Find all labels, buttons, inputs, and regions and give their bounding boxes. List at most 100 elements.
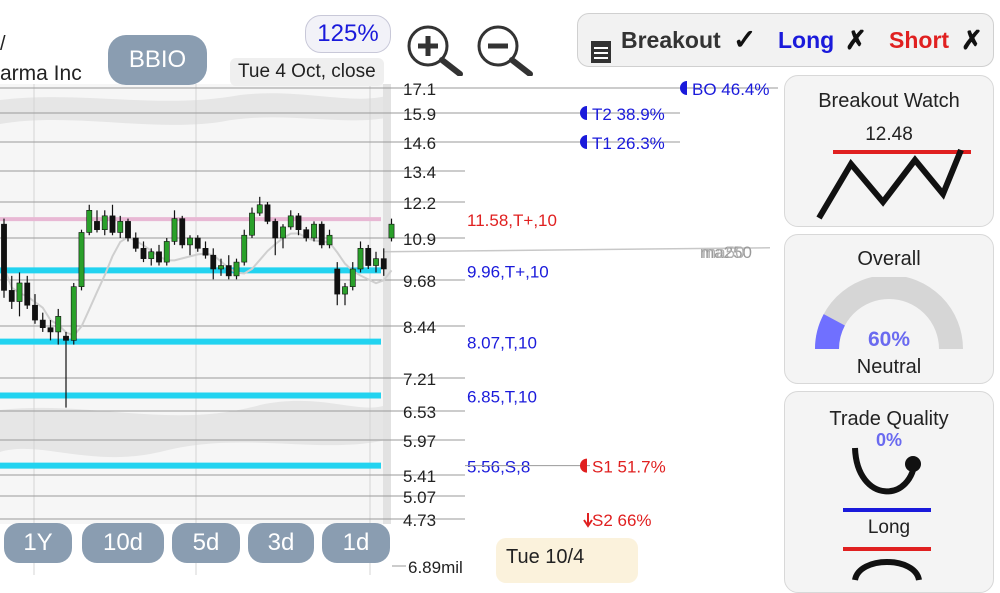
candle-body <box>280 226 286 239</box>
level-label: 9.96,T+,10 <box>467 262 549 281</box>
short-pattern-icon <box>843 547 931 582</box>
period-1y[interactable]: 1Y <box>4 523 72 563</box>
zoom-in-icon[interactable] <box>406 24 466 77</box>
candle-body <box>202 248 209 256</box>
cross-icon-short: ✗ <box>961 25 983 55</box>
candle-body <box>233 261 240 277</box>
breakout-watch-panel[interactable]: Breakout Watch 12.48 <box>784 75 994 227</box>
candle-body <box>357 248 364 270</box>
candle-body <box>272 221 279 239</box>
period-1d[interactable]: 1d <box>322 523 390 563</box>
candle-body <box>373 258 379 266</box>
target-marker-icon <box>580 135 587 149</box>
target-label: S1 51.7% <box>592 458 666 477</box>
y-tick-label: 5.41 <box>403 467 436 486</box>
breakout-signal: Breakout <box>621 27 721 53</box>
target-label: T2 38.9% <box>592 105 665 124</box>
trade-quality-panel[interactable]: Trade Quality 0% Long <box>784 391 994 593</box>
target-label: S2 66% <box>592 511 652 530</box>
candle-body <box>86 210 93 233</box>
volume-label: 6.89mil <box>408 558 463 575</box>
check-icon: ✓ <box>733 24 757 55</box>
zoom-out-icon[interactable] <box>476 24 536 77</box>
period-3d[interactable]: 3d <box>248 523 314 563</box>
candle-body <box>39 319 46 328</box>
cross-icon-long: ✗ <box>845 25 867 55</box>
menu-icon[interactable] <box>591 29 611 63</box>
price-scale-edge <box>383 84 391 524</box>
candle-body <box>78 232 85 287</box>
breakout-pattern-icon <box>816 148 971 220</box>
overall-title: Overall <box>857 248 921 270</box>
y-tick-label: 17.1 <box>403 80 436 99</box>
y-tick-label: 5.07 <box>403 488 436 507</box>
candle-body <box>365 248 372 266</box>
candle-body <box>101 215 108 230</box>
target-marker-icon <box>580 106 587 120</box>
candle-body <box>1 223 7 291</box>
candle-body <box>156 251 162 263</box>
breakout-watch-value: 12.48 <box>865 124 913 145</box>
chart-background <box>0 84 386 524</box>
candle-body <box>334 268 341 295</box>
y-tick-label: 7.21 <box>403 370 436 389</box>
target-label: T1 26.3% <box>592 134 665 153</box>
short-signal: Short <box>889 27 950 53</box>
y-tick-label: 5.97 <box>403 432 436 451</box>
candle-body <box>194 237 201 249</box>
candle-body <box>109 215 116 233</box>
candle-body <box>326 234 333 246</box>
candle-body <box>94 221 100 230</box>
candle-body <box>388 223 395 239</box>
candle-body <box>117 221 124 233</box>
zoom-level[interactable]: 125% <box>305 15 391 53</box>
candle-body <box>225 265 232 277</box>
level-label: 6.85,T,10 <box>467 387 537 406</box>
candle-body <box>125 221 131 239</box>
candle-body <box>318 223 325 246</box>
candle-body <box>140 248 147 259</box>
candle-body <box>179 218 186 246</box>
breakout-watch-title: Breakout Watch <box>818 90 960 112</box>
period-5d[interactable]: 5d <box>172 523 240 563</box>
y-tick-label: 6.53 <box>403 403 436 422</box>
overall-percent: 60% <box>867 328 911 351</box>
candle-body <box>187 237 193 246</box>
candle-body <box>16 282 23 302</box>
trade-quality-title: Trade Quality <box>829 408 949 430</box>
candle-body <box>24 282 31 306</box>
y-tick-label: 9.68 <box>403 272 436 291</box>
candle-body <box>171 218 178 242</box>
date-badge: Tue 10/4 <box>496 538 638 583</box>
candle-body <box>303 229 310 239</box>
trade-quality-icon <box>843 447 931 512</box>
candle-body <box>264 204 271 222</box>
candle-body <box>47 327 54 333</box>
candle-body <box>63 335 69 341</box>
candle-body <box>311 223 317 239</box>
candle-body <box>70 286 77 341</box>
overall-panel[interactable]: Overall 60% Neutral <box>784 234 994 384</box>
ticker-button[interactable]: BBIO <box>108 35 207 85</box>
target-label: BO 46.4% <box>692 80 770 99</box>
down-arrow-icon <box>583 513 593 528</box>
period-10d[interactable]: 10d <box>82 523 164 563</box>
level-label: 11.58,T+,10 <box>467 211 557 230</box>
candle-body <box>163 241 170 263</box>
target-marker-icon <box>680 81 687 95</box>
y-tick-label: 15.9 <box>403 105 436 124</box>
candle-body <box>380 258 387 270</box>
y-tick-label: 8.44 <box>403 318 436 337</box>
price-chart[interactable]: 17.1 15.9 14.6 13.4 12.2 10.9 9.68 8.44 7.21 6.53… <box>0 0 780 575</box>
candle-body <box>249 212 255 236</box>
candle-body <box>8 290 15 302</box>
y-tick-label: 12.2 <box>403 194 436 213</box>
candle-body <box>210 254 217 270</box>
date-label: Tue 4 Oct, close <box>230 58 384 86</box>
level-label: 5.56,S,8 <box>467 458 530 477</box>
company-name: arma Inc <box>0 62 82 85</box>
y-tick-label: 13.4 <box>403 163 436 182</box>
candle-body <box>241 234 248 263</box>
ma-label-overlap: ma50 <box>702 243 745 262</box>
candle-body <box>342 286 348 295</box>
